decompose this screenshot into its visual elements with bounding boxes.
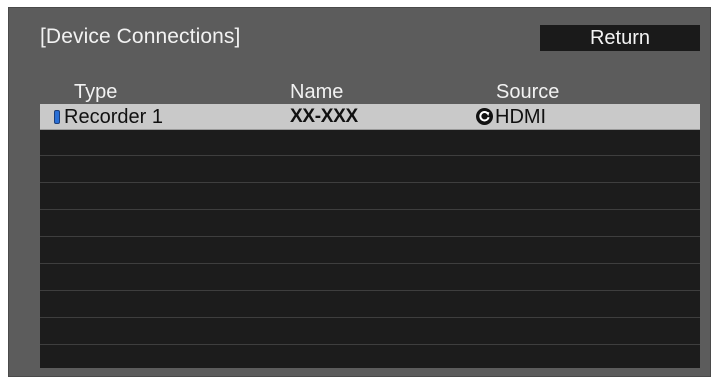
dialog-title: [Device Connections]	[40, 25, 241, 48]
device-table: Recorder 1 XX-XXX HDMI	[40, 104, 700, 368]
table-row-empty[interactable]	[40, 184, 700, 210]
table-row-empty[interactable]	[40, 157, 700, 183]
link-arrow-icon	[476, 108, 493, 125]
recorder-device-icon	[54, 110, 60, 124]
table-row-empty[interactable]	[40, 292, 700, 318]
source-cell: HDMI	[476, 104, 546, 130]
column-header-source: Source	[496, 81, 560, 103]
type-cell: Recorder 1	[54, 104, 163, 130]
type-label: Recorder 1	[64, 106, 163, 128]
table-row-empty[interactable]	[40, 319, 700, 345]
table-row[interactable]: Recorder 1 XX-XXX HDMI	[40, 104, 700, 130]
table-row-empty[interactable]	[40, 265, 700, 291]
column-header-type: Type	[74, 81, 118, 103]
table-row-empty[interactable]	[40, 238, 700, 264]
column-header-name: Name	[290, 81, 344, 103]
device-connections-panel: [Device Connections] Return Type Name So…	[8, 7, 711, 377]
table-row-empty[interactable]	[40, 130, 700, 156]
table-row-empty[interactable]	[40, 346, 700, 372]
source-label: HDMI	[495, 106, 547, 128]
table-row-empty[interactable]	[40, 211, 700, 237]
return-button[interactable]: Return	[540, 25, 700, 51]
name-cell: XX-XXX	[290, 106, 358, 127]
